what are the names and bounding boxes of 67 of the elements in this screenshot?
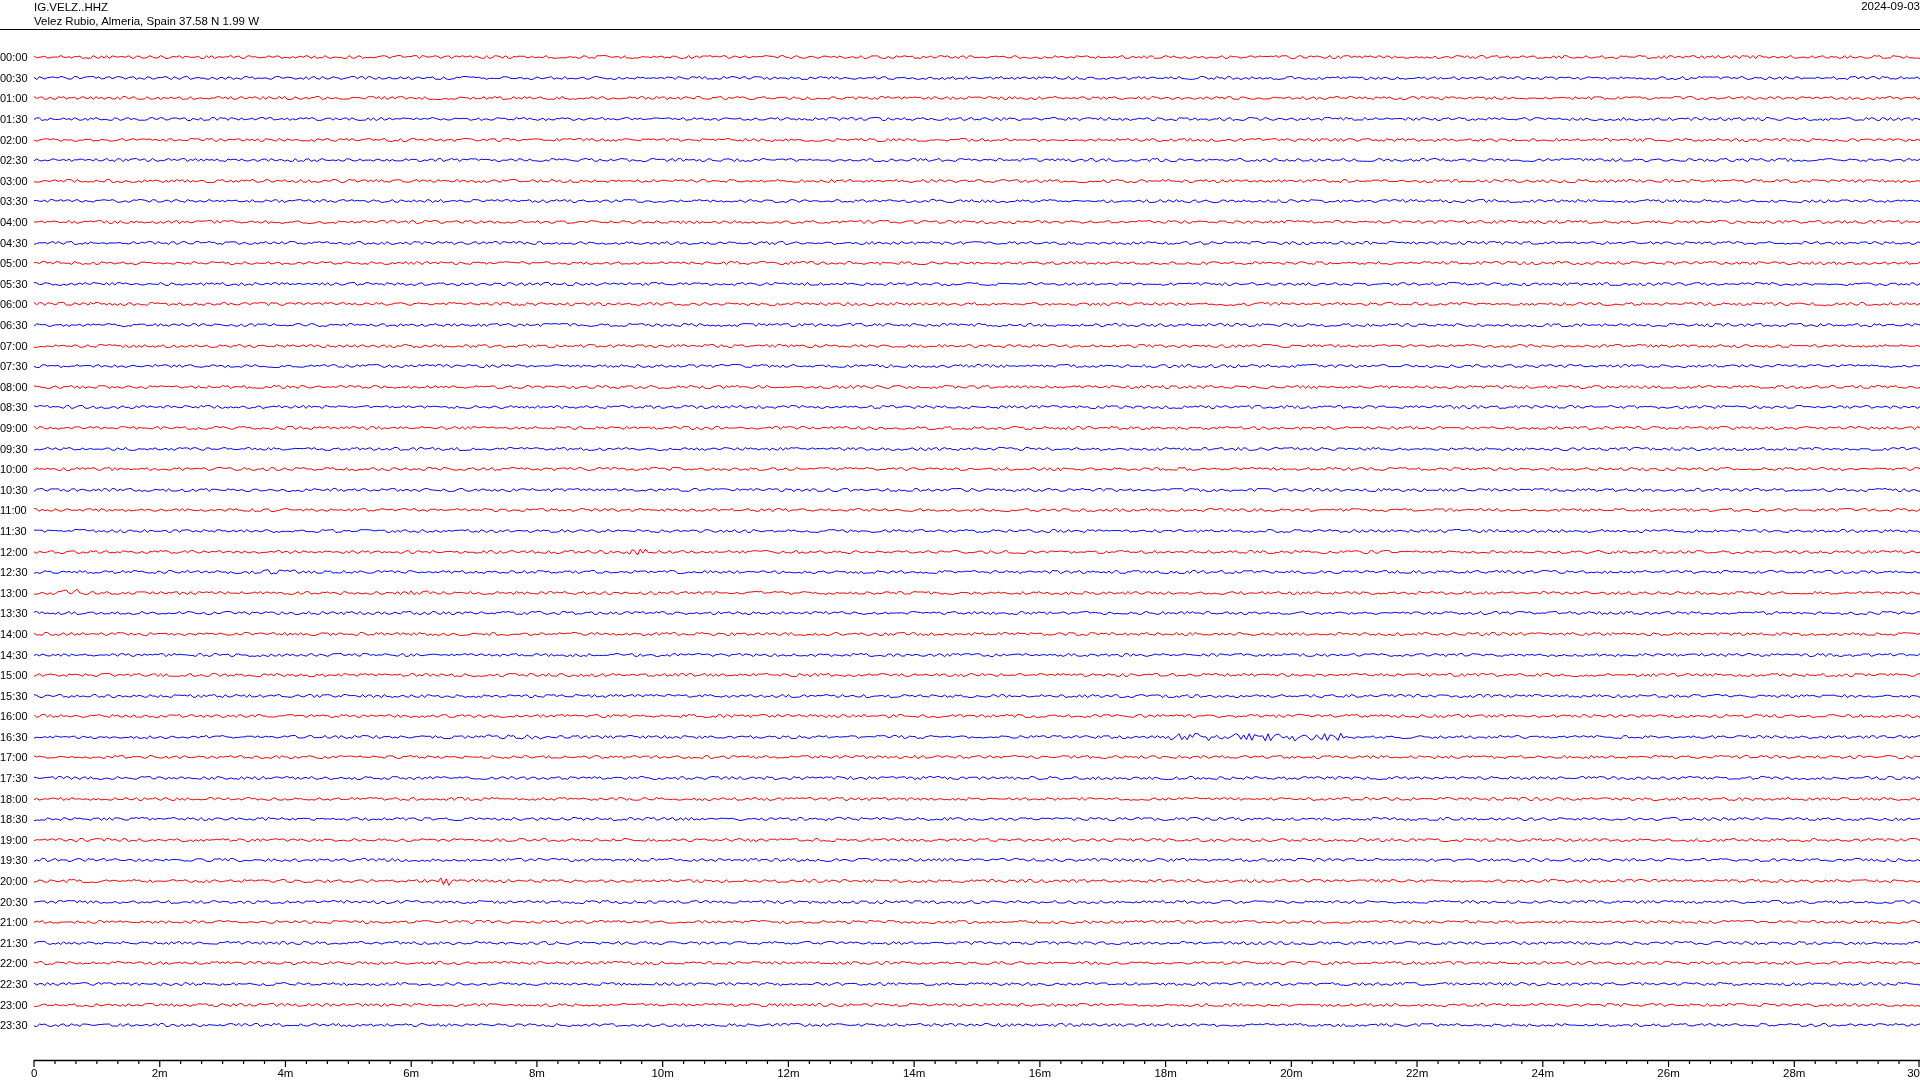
station-code: IG.VELZ..HHZ: [34, 0, 110, 14]
time-label: 20:30: [0, 895, 29, 908]
time-label: 19:30: [0, 854, 29, 867]
time-label: 08:30: [0, 401, 29, 414]
axis-tick-label: 22m: [1405, 1066, 1429, 1079]
time-label: 12:00: [0, 545, 29, 558]
time-label: 12:30: [0, 566, 29, 579]
axis-tick-label: 10m: [651, 1066, 674, 1079]
axis-tick-label: 18m: [1154, 1066, 1177, 1079]
date-label: 2024-09-03: [1861, 0, 1920, 14]
time-label: 10:00: [0, 463, 29, 476]
axis-tick-label: 8m: [528, 1066, 545, 1079]
time-label: 07:30: [0, 360, 29, 373]
time-label: 05:00: [0, 257, 29, 270]
time-label: 04:30: [0, 236, 29, 249]
time-label: 19:00: [0, 833, 29, 846]
axis-tick-label: 0: [31, 1066, 38, 1079]
time-label: 17:30: [0, 772, 29, 785]
time-label: 07:00: [0, 339, 29, 352]
time-label: 03:30: [0, 195, 29, 208]
time-label: 22:00: [0, 957, 29, 970]
time-label: 14:30: [0, 648, 29, 661]
time-label: 03:00: [0, 174, 29, 187]
time-label: 06:00: [0, 298, 29, 311]
axis-tick-label: 28m: [1783, 1066, 1806, 1079]
time-label: 00:00: [0, 51, 29, 64]
time-label: 14:00: [0, 627, 29, 640]
time-label: 15:30: [0, 689, 29, 702]
time-label: 11:00: [0, 504, 28, 517]
time-label: 01:30: [0, 113, 29, 126]
time-label: 04:00: [0, 216, 29, 229]
axis-tick-label: 4m: [277, 1066, 294, 1079]
time-label: 02:00: [0, 133, 29, 146]
time-label: 10:30: [0, 483, 29, 496]
station-location: Velez Rubio, Almeria, Spain 37.58 N 1.99 W: [34, 14, 259, 28]
time-label: 13:00: [0, 586, 29, 599]
axis-tick-label: 14m: [902, 1066, 926, 1079]
axis-tick-label: 24m: [1531, 1066, 1554, 1079]
time-label: 02:30: [0, 154, 29, 167]
time-label: 23:00: [0, 998, 29, 1011]
time-label: 16:00: [0, 710, 29, 723]
time-label: 15:00: [0, 669, 29, 682]
time-label: 22:30: [0, 978, 29, 990]
axis-tick-label: 16m: [1028, 1066, 1052, 1079]
axis-tick-label: 30: [1907, 1066, 1920, 1079]
time-label: 09:30: [0, 442, 29, 455]
time-label: 13:30: [0, 607, 29, 620]
axis-tick-label: 20m: [1280, 1066, 1303, 1079]
time-label: 08:00: [0, 380, 29, 393]
axis-tick-label: 26m: [1657, 1066, 1680, 1079]
axis-tick-label: 6m: [403, 1066, 420, 1079]
time-label: 01:00: [0, 92, 29, 105]
time-label: 21:30: [0, 936, 29, 949]
time-label: 18:00: [0, 792, 29, 805]
time-label: 09:00: [0, 422, 29, 434]
time-label: 20:00: [0, 875, 29, 888]
axis-tick-label: 2m: [151, 1066, 168, 1079]
time-label: 17:00: [0, 751, 29, 764]
time-label: 06:30: [0, 319, 29, 331]
time-label: 21:00: [0, 916, 29, 929]
time-label: 23:30: [0, 1019, 29, 1032]
time-label: 11:30: [0, 524, 28, 537]
time-label: 05:30: [0, 277, 29, 290]
time-label: 18:30: [0, 813, 29, 826]
time-label: 16:30: [0, 730, 29, 743]
axis-tick-label: 12m: [777, 1066, 800, 1079]
time-label: 00:30: [0, 71, 29, 84]
